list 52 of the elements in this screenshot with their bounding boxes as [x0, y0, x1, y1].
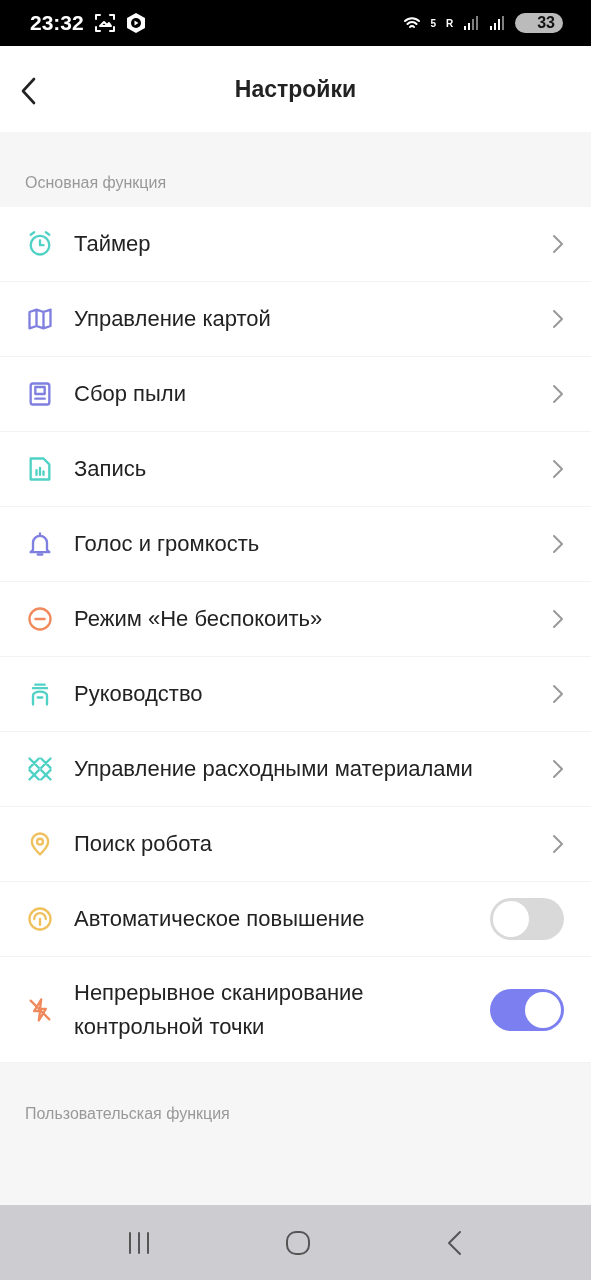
settings-row[interactable]: Руководство	[0, 657, 591, 732]
settings-label: Управление картой	[74, 305, 272, 333]
status-time: 23:32	[30, 11, 84, 35]
settings-label: Автоматическое повышение	[74, 905, 366, 933]
settings-label: Голос и громкость	[74, 530, 261, 558]
section-title: Пользовательская функция	[24, 1104, 231, 1124]
settings-row[interactable]: Режим «Не беспокоить»	[0, 582, 591, 657]
settings-label: Таймер	[74, 230, 152, 258]
roaming-label: R	[445, 17, 454, 29]
alarm-clock-icon	[26, 230, 54, 258]
settings-row[interactable]: Автоматическое повышение	[0, 882, 591, 957]
gauge-icon	[26, 905, 54, 933]
settings-row[interactable]: Голос и громкость	[0, 507, 591, 582]
battery-level: 33	[515, 13, 563, 33]
page-title: Настройки	[234, 75, 357, 103]
section-title: Основная функция	[24, 173, 168, 193]
play-hexagon-icon	[125, 12, 146, 34]
settings-label: Сбор пыли	[74, 380, 187, 408]
chevron-right-icon	[552, 534, 564, 554]
wifi-standard-label: 5	[430, 17, 436, 29]
screenshot-icon	[93, 13, 116, 33]
chevron-right-icon	[552, 459, 564, 479]
toggle-switch[interactable]	[490, 988, 564, 1031]
settings-label: Руководство	[74, 680, 204, 708]
settings-row[interactable]: Управление расходными материалами	[0, 732, 591, 807]
settings-label: Поиск робота	[74, 830, 213, 858]
settings-row[interactable]: Управление картой	[0, 282, 591, 357]
chevron-right-icon	[552, 234, 564, 254]
settings-row[interactable]: Сбор пыли	[0, 357, 591, 432]
settings-label: Режим «Не беспокоить»	[74, 605, 324, 633]
chevron-right-icon	[552, 384, 564, 404]
settings-row[interactable]: Таймер	[0, 207, 591, 282]
map-icon	[26, 305, 54, 333]
toggle-switch[interactable]	[490, 898, 564, 940]
settings-label: Запись	[74, 455, 148, 483]
settings-row[interactable]: Запись	[0, 432, 591, 507]
cross-grid-icon	[26, 755, 54, 783]
chevron-right-icon	[552, 684, 564, 704]
chevron-right-icon	[552, 834, 564, 854]
signal-icon	[463, 15, 480, 31]
minus-circle-icon	[26, 605, 54, 633]
signal-icon	[489, 15, 506, 31]
home-icon	[284, 1228, 313, 1257]
settings-row[interactable]: Поиск робота	[0, 807, 591, 882]
wifi-icon	[404, 16, 421, 30]
settings-label: Непрерывное сканирование контрольной точки	[74, 978, 365, 1041]
settings-label: Управление расходными материалами	[74, 755, 474, 783]
chevron-right-icon	[552, 759, 564, 779]
chevron-right-icon	[552, 609, 564, 629]
lightning-off-icon	[26, 995, 54, 1024]
chevron-right-icon	[552, 309, 564, 329]
settings-row[interactable]: Непрерывное сканирование контрольной точки	[0, 957, 591, 1063]
